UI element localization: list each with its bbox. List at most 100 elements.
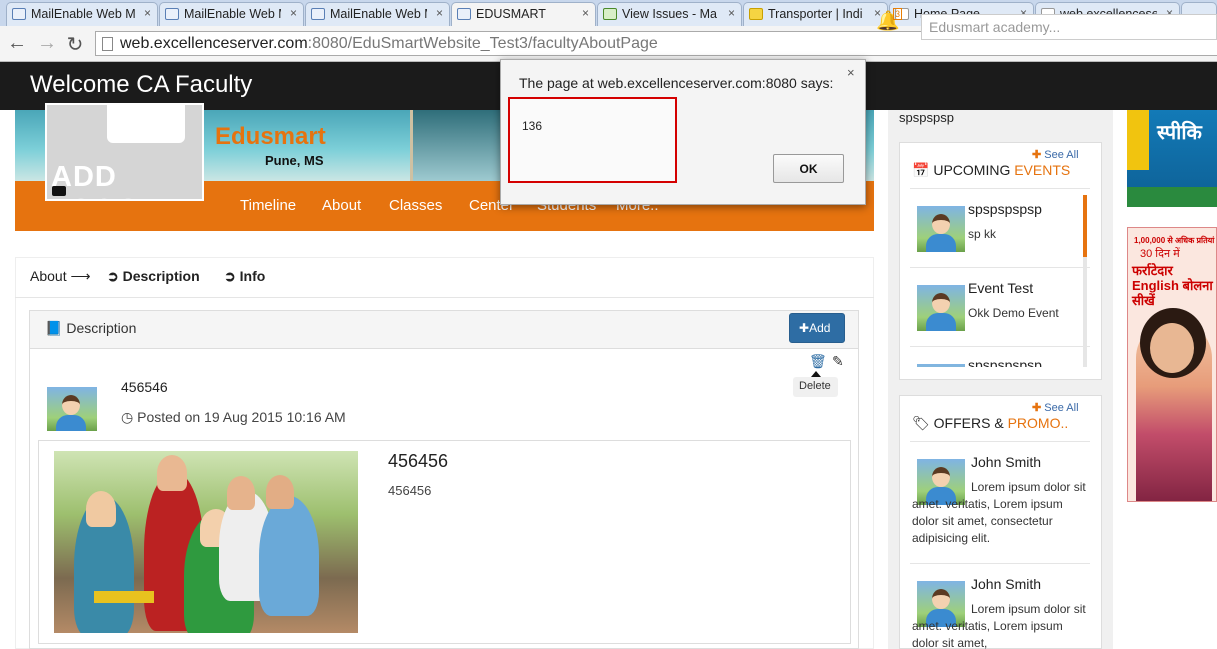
avatar [917,364,965,367]
add-label: Add [809,321,831,335]
see-all-label: See All [1044,402,1079,414]
subnav-about-label: About [30,268,67,284]
image-icon [457,8,471,20]
offer-name[interactable]: John Smith [971,576,1041,592]
description-panel-header [29,310,859,349]
browser-tab[interactable]: MailEnable Web M × [159,2,304,26]
students-photo [54,451,358,633]
divider [910,346,1090,347]
search-placeholder: Edusmart academy... [929,19,1061,35]
nav-about[interactable]: About [322,197,361,214]
events-scroll-thumb[interactable] [1083,195,1087,257]
ok-button[interactable]: OK [773,154,844,183]
event-clipped: spspspspsp [910,356,1085,367]
mail-icon [311,8,325,20]
ad-banner-book[interactable]: 1,00,000 से अधिक प्रतियां 30 दिन में फर्… [1127,227,1217,502]
business-city: Pune, MS [265,153,324,168]
event-name[interactable]: spspspspsp [968,201,1042,217]
offer-text: Lorem ipsum dolor sit amet. veritatis, L… [912,480,1086,545]
alert-value: 136 [522,119,543,133]
book-icon: 📘 [45,320,63,336]
ad-person-face [1150,323,1194,373]
notification-count: 3 [893,8,903,20]
ad-banner[interactable]: स्पीकि [1127,110,1217,207]
ad-line: फर्राटेदार English बोलना सीखें [1132,263,1213,308]
reload-icon[interactable]: ↻ [64,32,86,57]
event-desc: Okk Demo Event [968,306,1059,320]
sidebar-top-text: spspspsp [899,110,954,125]
tab-label: EDUSMART [476,7,546,21]
add-logo-box[interactable]: ADD LOGO [45,103,204,201]
ad-strip [1127,187,1217,207]
tab-label: MailEnable Web M [31,7,135,21]
url-host: web.excellenceserver.com [120,35,308,52]
browser-tab[interactable]: MailEnable Web M × [305,2,450,26]
subnav-info-label: Info [239,268,266,284]
close-icon[interactable]: × [144,6,151,20]
content-heading: 456456 [388,451,449,471]
avatar [917,285,965,331]
post-date-text: Posted on 19 Aug 2015 10:16 AM [137,409,346,425]
divider [910,441,1090,442]
add-button[interactable]: ✚Add [789,313,845,343]
subnav-info[interactable]: ➲ Info [224,268,265,285]
pencil-icon[interactable]: ✎ [832,353,844,370]
events-see-all[interactable]: ✚ See All [1032,148,1079,161]
ad-line: 30 दिन में [1140,248,1180,260]
camera-icon[interactable] [52,186,66,196]
event-name[interactable]: spspspspsp [968,357,1042,367]
divider [910,563,1090,564]
subnav-description-label: Description [122,268,200,284]
events-title-b: EVENTS [1014,162,1071,178]
divider [910,267,1090,268]
nav-timeline[interactable]: Timeline [240,197,296,214]
clock-icon: ◷ [121,409,134,425]
page-icon [102,37,113,51]
search-input[interactable]: Edusmart academy... [921,14,1217,40]
offers-see-all[interactable]: ✚ See All [1032,401,1079,414]
alert-message: The page at web.excellenceserver.com:808… [519,75,834,91]
avatar [47,387,97,431]
divider [910,188,1090,189]
events-title: 📅 UPCOMING EVENTS [912,162,1070,179]
nav-classes[interactable]: Classes [389,197,442,214]
close-icon[interactable]: × [290,6,297,20]
close-icon[interactable]: × [582,6,589,20]
post-title: 456546 [121,379,168,395]
subnav-description[interactable]: ➲ Description [107,268,200,285]
back-arrow-icon[interactable]: ← [6,32,28,55]
see-all-label: See All [1044,149,1079,161]
plus-icon: ✚ [799,321,810,335]
mail-icon [12,8,26,20]
browser-tab[interactable]: MailEnable Web M × [6,2,158,26]
subnav-about[interactable]: About ⟶ [30,268,91,285]
divider [15,297,874,298]
trash-icon[interactable]: 🗑 [809,353,827,370]
close-icon[interactable]: × [847,65,855,80]
calendar-icon: 📅 [912,162,930,178]
close-icon[interactable]: × [728,6,735,20]
avatar [917,206,965,252]
browser-tab[interactable]: Transporter | Indi × [743,2,888,26]
plus-icon: ✚ [1032,402,1042,414]
dollar-icon [749,8,763,20]
event-name[interactable]: Event Test [968,280,1033,296]
browser-tab-active[interactable]: EDUSMART × [451,2,596,27]
close-icon[interactable]: × [436,6,443,20]
tab-label: MailEnable Web M [330,7,427,21]
ad-title: स्पीकि [1157,122,1202,144]
business-name: Edusmart [215,123,326,150]
ad-accent [1127,110,1149,170]
tab-label: View Issues - Ma [622,7,717,21]
offer-name[interactable]: John Smith [971,454,1041,470]
mail-icon [165,8,179,20]
events-title-a: UPCOMING [933,162,1011,178]
plus-icon: ✚ [1032,149,1042,161]
circle-arrow-icon: ➲ [224,268,236,284]
forward-arrow-icon[interactable]: → [36,32,58,55]
description-panel-title: 📘 Description [45,320,136,337]
add-logo-text: ADD LOGO [51,161,139,199]
browser-tab[interactable]: View Issues - Ma × [597,2,742,26]
circle-arrow-icon: ➲ [107,268,119,284]
offers-title-b: PROMO.. [1007,415,1069,431]
